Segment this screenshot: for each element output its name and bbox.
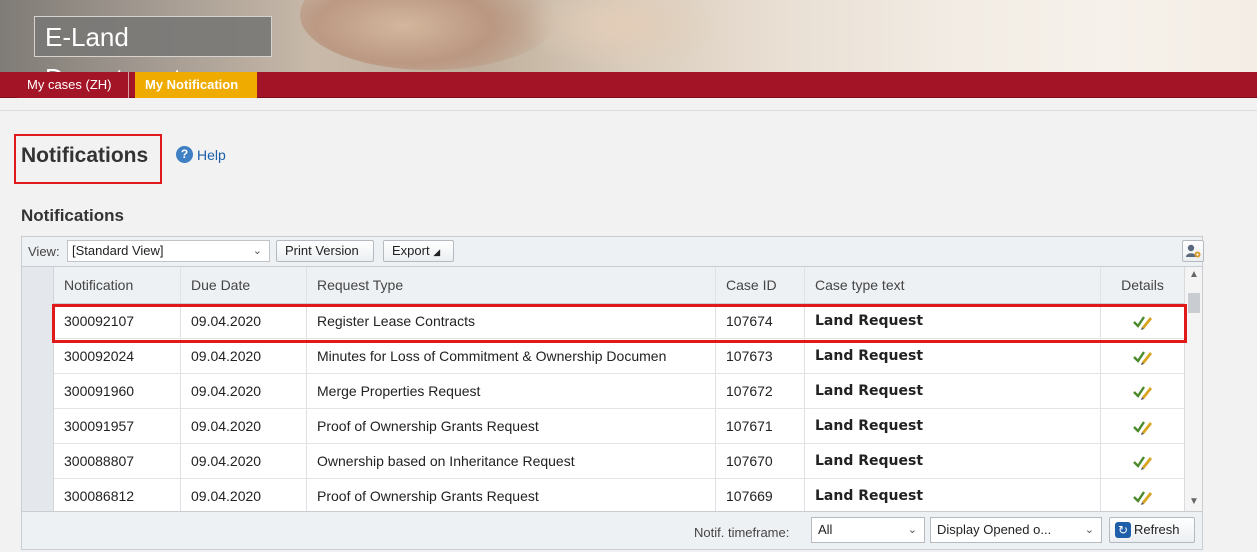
table-header-row: Notification Due Date Request Type Case … (54, 267, 1184, 304)
column-header-case-type-text[interactable]: Case type text (805, 267, 1101, 303)
cell-request-type: Proof of Ownership Grants Request (307, 409, 716, 443)
chevron-down-icon: ⌄ (907, 524, 917, 536)
edit-check-icon[interactable] (1132, 488, 1154, 506)
cell-case-type: Land Request (805, 479, 1101, 511)
cell-case-id: 107670 (716, 444, 805, 478)
cell-request-type: Proof of Ownership Grants Request (307, 479, 716, 511)
view-label: View: (28, 244, 60, 259)
cell-case-type: Land Request (805, 304, 1101, 338)
refresh-label: Refresh (1134, 522, 1180, 537)
help-label: Help (197, 146, 226, 163)
section-title: Notifications (21, 206, 124, 225)
edit-check-icon[interactable] (1132, 313, 1154, 331)
edit-check-icon[interactable] (1132, 348, 1154, 366)
column-header-case-id[interactable]: Case ID (716, 267, 805, 303)
cell-due-date: 09.04.2020 (181, 409, 307, 443)
cell-request-type: Merge Properties Request (307, 374, 716, 408)
divider (0, 110, 1257, 111)
export-button[interactable]: Export ◢ (383, 240, 454, 262)
table-toolbar: View: [Standard View] ⌄ Print Version Ex… (21, 236, 1204, 266)
header-banner: E-Land Department (0, 0, 1257, 72)
table-row[interactable]: 300088807 09.04.2020 Ownership based on … (54, 444, 1184, 479)
scroll-up-icon[interactable]: ▲ (1185, 269, 1202, 280)
vertical-scrollbar[interactable]: ▲ ▼ (1184, 267, 1202, 511)
cell-case-type: Land Request (805, 444, 1101, 478)
tab-my-cases[interactable]: My cases (ZH) (17, 72, 129, 98)
cell-details (1101, 479, 1184, 511)
export-label: Export (392, 243, 430, 258)
refresh-button[interactable]: ↻ Refresh (1109, 517, 1195, 543)
cell-case-type: Land Request (805, 409, 1101, 443)
cell-notification: 300092107 (54, 304, 181, 338)
refresh-icon: ↻ (1115, 522, 1131, 538)
edit-check-icon[interactable] (1132, 418, 1154, 436)
help-icon: ? (176, 146, 193, 163)
table-row[interactable]: 300086812 09.04.2020 Proof of Ownership … (54, 479, 1184, 511)
table-row[interactable]: 300092107 09.04.2020 Register Lease Cont… (54, 304, 1184, 339)
table-row[interactable]: 300092024 09.04.2020 Minutes for Loss of… (54, 339, 1184, 374)
cell-request-type: Minutes for Loss of Commitment & Ownersh… (307, 339, 716, 373)
cell-notification: 300088807 (54, 444, 181, 478)
cell-due-date: 09.04.2020 (181, 374, 307, 408)
export-menu-icon: ◢ (433, 247, 441, 257)
print-version-button[interactable]: Print Version (276, 240, 374, 262)
display-select-value: Display Opened o... (937, 522, 1052, 537)
title-highlight-box (14, 134, 162, 184)
cell-due-date: 09.04.2020 (181, 304, 307, 338)
personalize-button[interactable] (1182, 240, 1204, 262)
edit-check-icon[interactable] (1132, 383, 1154, 401)
chevron-down-icon: ⌄ (252, 245, 262, 257)
timeframe-select[interactable]: All ⌄ (811, 517, 925, 543)
cell-case-id: 107673 (716, 339, 805, 373)
timeframe-select-value: All (818, 522, 833, 537)
banner-image-highlight (520, 0, 720, 70)
cell-due-date: 09.04.2020 (181, 479, 307, 511)
banner-image (300, 0, 560, 70)
cell-due-date: 09.04.2020 (181, 444, 307, 478)
column-header-due-date[interactable]: Due Date (181, 267, 307, 303)
cell-notification: 300091957 (54, 409, 181, 443)
cell-case-type: Land Request (805, 374, 1101, 408)
cell-notification: 300092024 (54, 339, 181, 373)
cell-case-id: 107669 (716, 479, 805, 511)
view-select-value: [Standard View] (72, 243, 164, 258)
cell-case-id: 107674 (716, 304, 805, 338)
scrollbar-thumb[interactable] (1188, 293, 1200, 313)
timeframe-label: Notif. timeframe: (694, 525, 790, 540)
table-footer: Notif. timeframe: All ⌄ Display Opened o… (21, 512, 1203, 550)
cell-details (1101, 444, 1184, 478)
app-title: E-Land Department (34, 16, 272, 72)
view-select[interactable]: [Standard View] ⌄ (67, 240, 270, 262)
personalize-icon (1186, 244, 1201, 258)
chevron-down-icon: ⌄ (1084, 524, 1094, 536)
cell-details (1101, 339, 1184, 373)
cell-request-type: Register Lease Contracts (307, 304, 716, 338)
cell-request-type: Ownership based on Inheritance Request (307, 444, 716, 478)
cell-case-type: Land Request (805, 339, 1101, 373)
cell-case-id: 107672 (716, 374, 805, 408)
column-header-request-type[interactable]: Request Type (307, 267, 716, 303)
help-link[interactable]: ? Help (176, 146, 226, 163)
cell-notification: 300091960 (54, 374, 181, 408)
cell-case-id: 107671 (716, 409, 805, 443)
notifications-table: Notification Due Date Request Type Case … (21, 266, 1203, 512)
display-select[interactable]: Display Opened o... ⌄ (930, 517, 1102, 543)
table-row[interactable]: 300091957 09.04.2020 Proof of Ownership … (54, 409, 1184, 444)
cell-notification: 300086812 (54, 479, 181, 511)
cell-details (1101, 374, 1184, 408)
cell-details (1101, 304, 1184, 338)
scroll-down-icon[interactable]: ▼ (1185, 496, 1202, 507)
column-header-notification[interactable]: Notification (54, 267, 181, 303)
column-header-details[interactable]: Details (1101, 267, 1184, 303)
edit-check-icon[interactable] (1132, 453, 1154, 471)
row-selector-column[interactable] (22, 267, 54, 511)
tab-my-notification[interactable]: My Notification (135, 72, 257, 98)
cell-details (1101, 409, 1184, 443)
table-row[interactable]: 300091960 09.04.2020 Merge Properties Re… (54, 374, 1184, 409)
cell-due-date: 09.04.2020 (181, 339, 307, 373)
